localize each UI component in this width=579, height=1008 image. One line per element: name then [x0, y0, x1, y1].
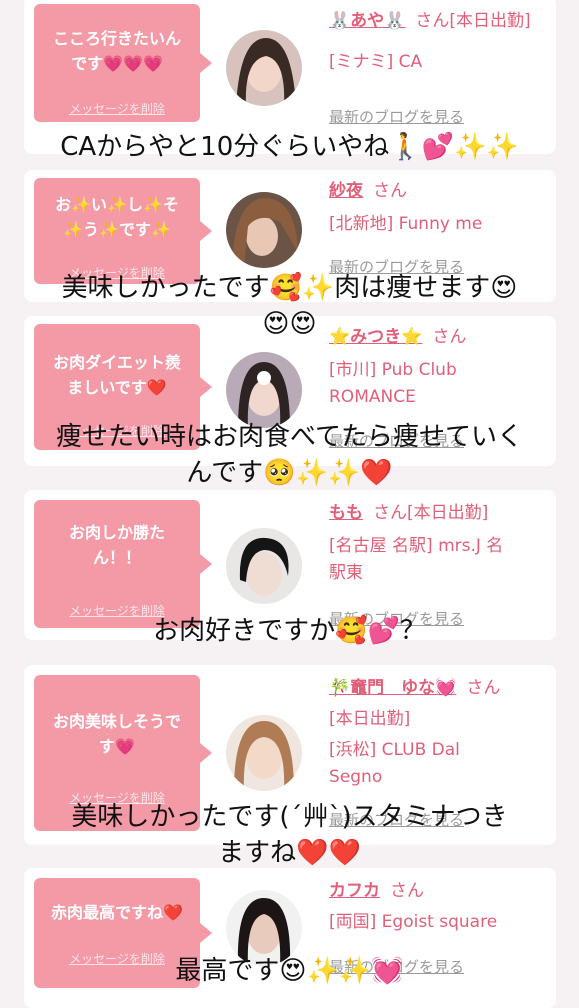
- comment-bubble: こころ行きたいんです💗💗💗 メッセージを削除: [34, 4, 212, 122]
- overlay-caption: 美味しかったです🥰✨肉は痩せます😍: [61, 273, 518, 303]
- overlay-caption: ますね❤️❤️: [218, 838, 361, 868]
- cast-info: 🐰あや🐰 さん[本日出勤] [ミナミ] CA: [329, 8, 550, 76]
- avatar[interactable]: [226, 715, 302, 791]
- comment-bubble: お肉しか勝たん！！ メッセージを削除: [34, 500, 212, 628]
- comment-text: こころ行きたいんです💗💗💗: [52, 29, 181, 73]
- delete-message-link[interactable]: メッセージを削除: [34, 100, 200, 117]
- cast-info: 紗夜 さん [北新地] Funny me: [329, 178, 550, 238]
- comment-text: お肉美味しそうです💗: [52, 712, 181, 756]
- cast-name-link[interactable]: 🎋竈門 ゆな💓: [329, 678, 456, 698]
- cast-name-link[interactable]: カフカ: [329, 881, 380, 901]
- cast-status: さん: [390, 881, 424, 901]
- cast-status: さん[本日出勤]: [415, 11, 531, 31]
- shop-info: [名古屋 名駅] mrs.J 名: [329, 536, 504, 556]
- shop-info: [北新地] Funny me: [329, 214, 483, 234]
- cast-status: さん[本日出勤]: [373, 503, 489, 523]
- cast-name-link[interactable]: 🐰あや🐰: [329, 11, 405, 31]
- avatar[interactable]: [226, 528, 302, 604]
- overlay-caption: 痩せたい時はお肉食べてたら痩せていく: [56, 422, 523, 452]
- avatar[interactable]: [226, 30, 302, 106]
- cast-name-link[interactable]: もも: [329, 503, 363, 523]
- overlay-caption: んです🥺✨✨❤️: [186, 458, 393, 488]
- overlay-caption: お肉好きですか🥰💕？: [153, 616, 426, 646]
- shop-info: [市川] Pub Club: [329, 360, 457, 380]
- cast-status: さん: [373, 181, 407, 201]
- comment-bubble: お✨い✨し✨そ✨う✨です✨ メッセージを削除: [34, 178, 212, 284]
- latest-blog-link[interactable]: 最新のブログを見る: [329, 106, 464, 127]
- comment-text: お肉ダイエット羨ましいです❤️: [53, 353, 181, 397]
- avatar[interactable]: [226, 192, 302, 268]
- overlay-caption: 😍😍: [262, 309, 317, 339]
- shop-info: Segno: [329, 767, 383, 787]
- comment-text: お✨い✨し✨そ✨う✨です✨: [55, 195, 179, 239]
- cast-info: 🎋竈門 ゆな💓 さん [本日出勤] [浜松] CLUB Dal Segno: [329, 675, 550, 791]
- cast-status: さん: [466, 678, 501, 698]
- overlay-caption: 美味しかったです(´艸`)スタミナつき: [71, 802, 508, 832]
- shop-info: ROMANCE: [329, 387, 416, 407]
- comment-text: お肉しか勝たん！！: [68, 523, 165, 567]
- shop-info: [ミナミ] CA: [329, 52, 423, 72]
- cast-name-link[interactable]: 紗夜: [329, 181, 363, 201]
- shop-info: 駅東: [329, 563, 363, 583]
- shop-info: [両国] Egoist square: [329, 912, 498, 932]
- shop-info: [浜松] CLUB Dal: [329, 740, 460, 760]
- comment-text: 赤肉最高ですね❤️: [51, 903, 183, 922]
- cast-info: カフカ さん [両国] Egoist square: [329, 878, 550, 936]
- avatar[interactable]: [226, 352, 302, 428]
- cast-info: もも さん[本日出勤] [名古屋 名駅] mrs.J 名 駅東: [329, 500, 550, 587]
- shop-info: [本日出勤]: [329, 709, 411, 729]
- overlay-caption: CAからやと10分ぐらいやね🚶💕✨✨: [60, 132, 519, 162]
- overlay-caption: 最高です😍✨✨💓: [175, 956, 404, 986]
